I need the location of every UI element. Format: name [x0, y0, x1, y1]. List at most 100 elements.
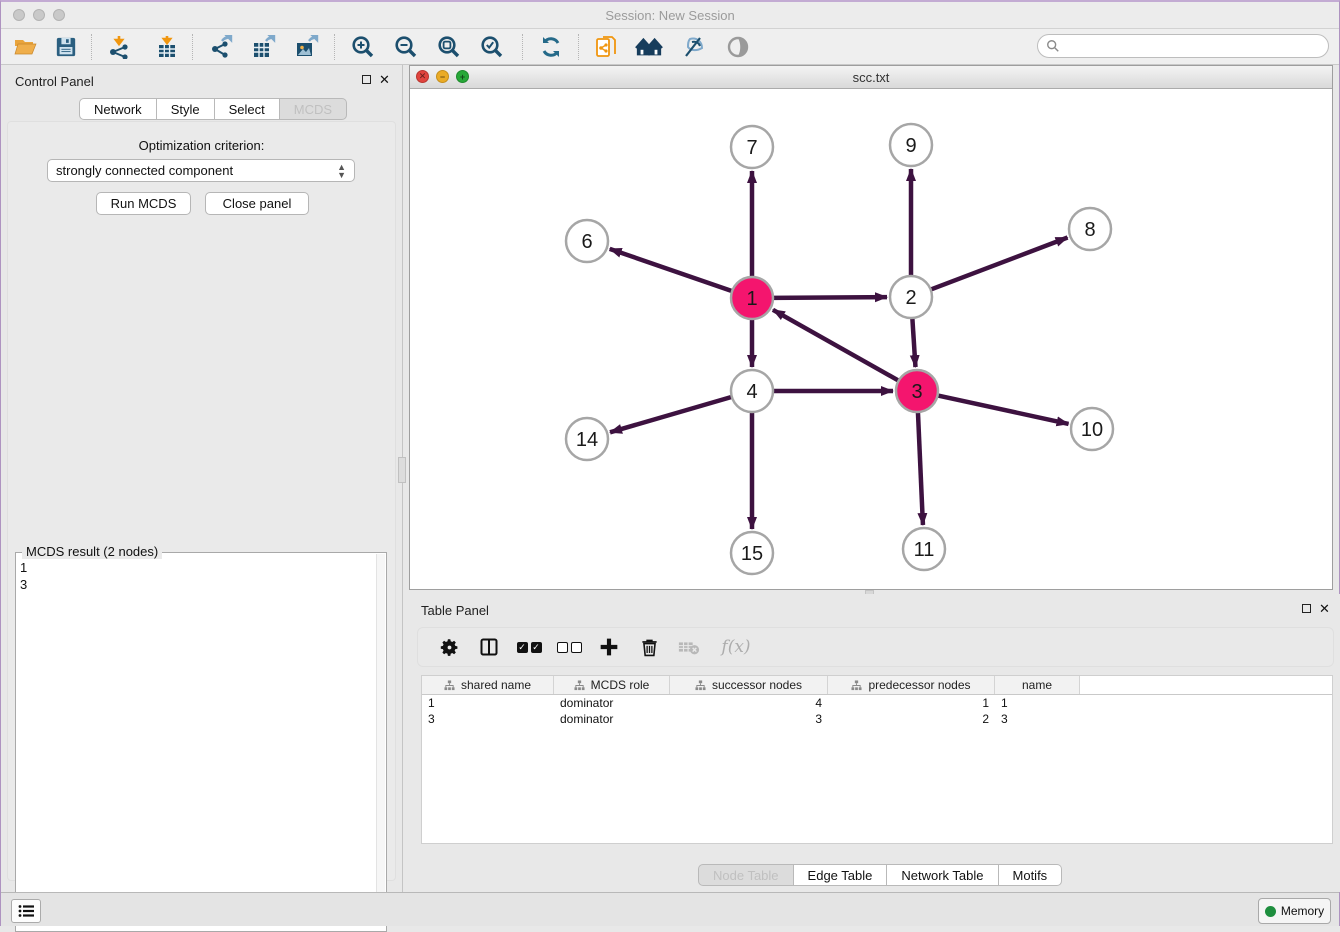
- cell-0-3[interactable]: 1: [828, 695, 995, 711]
- import-network-icon[interactable]: [105, 33, 133, 61]
- birds-eye-view-icon[interactable]: [724, 33, 752, 61]
- export-network-icon[interactable]: [207, 33, 235, 61]
- select-all-rows-icon[interactable]: ✓✓: [516, 634, 542, 660]
- close-table-panel-icon[interactable]: ✕: [1319, 603, 1330, 614]
- column-header-predecessor-nodes[interactable]: predecessor nodes: [828, 676, 995, 694]
- mcds-result-box: MCDS result (2 nodes) 1 3: [15, 552, 387, 932]
- tab-style[interactable]: Style: [157, 98, 215, 120]
- search-icon: [1046, 39, 1060, 53]
- shared-column-icon: [574, 680, 585, 691]
- table-settings-icon[interactable]: [436, 634, 462, 660]
- list-icon: [18, 904, 34, 918]
- memory-button[interactable]: Memory: [1258, 898, 1331, 924]
- shared-column-icon: [695, 680, 706, 691]
- edge-1-2[interactable]: [773, 297, 887, 298]
- task-history-button[interactable]: [11, 899, 41, 923]
- cell-0-4[interactable]: 1: [995, 695, 1080, 711]
- toolbar-separator: [334, 34, 335, 60]
- network-graph-canvas[interactable]: 7968124314101511: [410, 89, 1332, 589]
- optimization-criterion-select[interactable]: strongly connected component ▲▼: [47, 159, 355, 182]
- column-header-successor-nodes[interactable]: successor nodes: [670, 676, 828, 694]
- zoom-fit-icon[interactable]: [435, 33, 463, 61]
- zoom-selected-icon[interactable]: [478, 33, 506, 61]
- tab-node-table[interactable]: Node Table: [698, 864, 794, 886]
- export-table-icon[interactable]: [250, 33, 278, 61]
- tab-select[interactable]: Select: [215, 98, 280, 120]
- tab-network[interactable]: Network: [79, 98, 157, 120]
- table-toolbar: ✓✓ f(x): [417, 627, 1334, 667]
- node-table[interactable]: shared nameMCDS rolesuccessor nodesprede…: [421, 675, 1333, 844]
- checked-box-icon: ✓: [517, 642, 528, 653]
- close-panel-icon[interactable]: ✕: [379, 74, 390, 85]
- table-panel: Table Panel ✕ ✓✓ f(x) shared nameMCDS ro…: [404, 594, 1340, 892]
- cell-1-1[interactable]: dominator: [554, 711, 670, 727]
- shared-column-icon: [444, 680, 455, 691]
- delete-table-icon-disabled: [676, 634, 702, 660]
- mcds-result-text[interactable]: 1 3: [20, 559, 27, 593]
- cell-0-0[interactable]: 1: [422, 695, 554, 711]
- first-neighbors-icon[interactable]: [635, 33, 663, 61]
- edge-4-14[interactable]: [610, 397, 732, 432]
- statusbar: Memory: [1, 892, 1339, 926]
- node-label-2: 2: [905, 287, 916, 309]
- cell-0-1[interactable]: dominator: [554, 695, 670, 711]
- table-row[interactable]: 3dominator323: [422, 711, 1332, 727]
- mcds-tab-content: Optimization criterion: strongly connect…: [7, 121, 396, 881]
- table-panel-title: Table Panel: [421, 603, 489, 618]
- column-header-MCDS-role[interactable]: MCDS role: [554, 676, 670, 694]
- save-session-icon[interactable]: [52, 33, 80, 61]
- cell-1-0[interactable]: 3: [422, 711, 554, 727]
- deselect-all-rows-icon[interactable]: [556, 634, 582, 660]
- import-table-icon[interactable]: [153, 33, 181, 61]
- open-session-icon[interactable]: [11, 33, 39, 61]
- node-label-14: 14: [576, 429, 598, 451]
- tab-network-table[interactable]: Network Table: [887, 864, 998, 886]
- edge-1-6[interactable]: [610, 249, 732, 291]
- app-titlebar: Session: New Session: [1, 2, 1339, 29]
- function-builder-icon-disabled: f(x): [716, 634, 756, 660]
- cell-1-3[interactable]: 2: [828, 711, 995, 727]
- result-scrollbar[interactable]: [376, 554, 385, 924]
- tab-mcds[interactable]: MCDS: [280, 98, 347, 120]
- float-panel-icon[interactable]: [362, 75, 371, 84]
- close-panel-button[interactable]: Close panel: [205, 192, 309, 215]
- memory-label: Memory: [1281, 904, 1324, 918]
- search-box[interactable]: [1037, 34, 1329, 58]
- vertical-splitter-handle[interactable]: [398, 457, 406, 483]
- run-mcds-button[interactable]: Run MCDS: [96, 192, 191, 215]
- optimization-criterion-label: Optimization criterion:: [8, 138, 395, 153]
- network-window-titlebar[interactable]: ✕ − + scc.txt: [410, 66, 1332, 89]
- add-column-icon[interactable]: [596, 634, 622, 660]
- column-visibility-icon[interactable]: [476, 634, 502, 660]
- refresh-view-icon[interactable]: [537, 33, 565, 61]
- zoom-out-icon[interactable]: [392, 33, 420, 61]
- edge-3-11[interactable]: [918, 412, 923, 525]
- edge-2-3[interactable]: [912, 318, 915, 367]
- column-header-shared-name[interactable]: shared name: [422, 676, 554, 694]
- table-row[interactable]: 1dominator411: [422, 695, 1332, 711]
- zoom-in-icon[interactable]: [349, 33, 377, 61]
- column-header-name[interactable]: name: [995, 676, 1080, 694]
- edge-2-8[interactable]: [931, 238, 1068, 290]
- cell-0-2[interactable]: 4: [670, 695, 828, 711]
- show-graphics-details-icon[interactable]: [680, 33, 708, 61]
- delete-column-icon[interactable]: [636, 634, 662, 660]
- table-header-row: shared nameMCDS rolesuccessor nodesprede…: [422, 676, 1332, 695]
- cell-1-4[interactable]: 3: [995, 711, 1080, 727]
- tab-edge-table[interactable]: Edge Table: [794, 864, 888, 886]
- search-input[interactable]: [1060, 39, 1310, 53]
- edge-3-1[interactable]: [773, 310, 899, 381]
- node-label-11: 11: [914, 539, 935, 561]
- tab-motifs[interactable]: Motifs: [999, 864, 1063, 886]
- clone-network-icon[interactable]: [593, 33, 621, 61]
- edge-3-10[interactable]: [938, 395, 1069, 423]
- export-image-icon[interactable]: [293, 33, 321, 61]
- node-label-8: 8: [1084, 219, 1095, 241]
- unchecked-box-icon: [557, 642, 568, 653]
- cell-1-2[interactable]: 3: [670, 711, 828, 727]
- float-table-panel-icon[interactable]: [1302, 604, 1311, 613]
- control-panel-title: Control Panel: [15, 74, 94, 89]
- mcds-result-title: MCDS result (2 nodes): [22, 544, 162, 559]
- toolbar-separator: [522, 34, 523, 60]
- unchecked-box-icon: [571, 642, 582, 653]
